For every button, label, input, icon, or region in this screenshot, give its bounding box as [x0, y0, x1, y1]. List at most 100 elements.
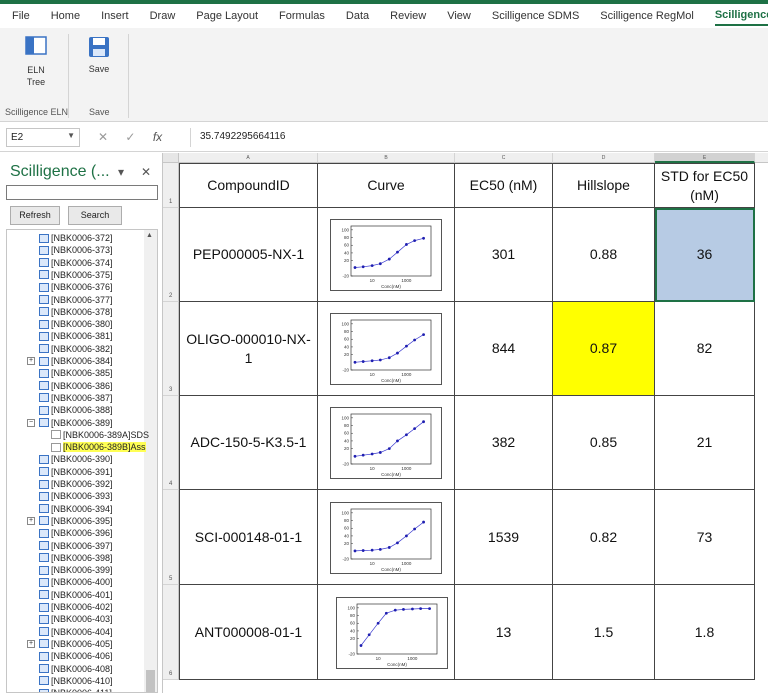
compound-id-cell[interactable]: PEP000005-NX-1 [179, 208, 318, 302]
tree-item[interactable]: [NBK0006-398] [39, 552, 113, 564]
compound-id-cell[interactable]: ANT000008-01-1 [179, 585, 318, 680]
enter-icon[interactable]: ✓ [125, 130, 135, 144]
tree-item[interactable]: [NBK0006-394] [39, 503, 113, 515]
row-header-6[interactable]: 6 [163, 585, 179, 680]
tree-item[interactable]: [NBK0006-393] [39, 490, 113, 502]
tree-item[interactable]: + [NBK0006-395] [27, 515, 113, 527]
column-header-empty[interactable] [755, 153, 768, 163]
save-button[interactable]: Save [80, 36, 118, 74]
tree-item[interactable]: [NBK0006-378] [39, 306, 113, 318]
tree-item[interactable]: [NBK0006-402] [39, 601, 113, 613]
menu-tab-home[interactable]: Home [51, 5, 80, 27]
tree-item[interactable]: [NBK0006-377] [39, 294, 113, 306]
menu-tab-data[interactable]: Data [346, 5, 369, 27]
tree-item[interactable]: [NBK0006-375] [39, 269, 113, 281]
tree-item[interactable]: [NBK0006-373] [39, 244, 113, 256]
menu-tab-formulas[interactable]: Formulas [279, 5, 325, 27]
cancel-icon[interactable]: ✕ [98, 130, 108, 144]
tree-item[interactable]: [NBK0006-391] [39, 466, 113, 478]
compound-id-cell[interactable]: SCI-000148-01-1 [179, 490, 318, 585]
pane-search-input[interactable] [6, 185, 158, 200]
refresh-button[interactable]: Refresh [10, 206, 60, 225]
scroll-thumb[interactable] [146, 670, 155, 692]
row-header-1[interactable]: 1 [163, 163, 179, 208]
tree-item[interactable]: [NBK0006-387] [39, 392, 113, 404]
hillslope-cell[interactable]: 0.88 [553, 208, 655, 302]
column-header-c[interactable]: C [455, 153, 553, 163]
row-header-5[interactable]: 5 [163, 490, 179, 585]
tree-item[interactable]: [NBK0006-376] [39, 281, 113, 293]
tree-item[interactable]: [NBK0006-389B]Ass [51, 441, 146, 453]
std-ec50-cell[interactable]: 73 [655, 490, 755, 585]
hillslope-cell[interactable]: 1.5 [553, 585, 655, 680]
std-ec50-cell[interactable]: 21 [655, 396, 755, 490]
row-header-4[interactable]: 4 [163, 396, 179, 490]
std-ec50-cell[interactable]: 1.8 [655, 585, 755, 680]
tree-item[interactable]: [NBK0006-403] [39, 613, 113, 625]
tree-item[interactable]: [NBK0006-374] [39, 257, 113, 269]
tree-item[interactable]: [NBK0006-401] [39, 589, 113, 601]
tree-item[interactable]: [NBK0006-406] [39, 650, 113, 662]
tree-item[interactable]: [NBK0006-396] [39, 527, 113, 539]
tree-item[interactable]: [NBK0006-390] [39, 453, 113, 465]
tree-item[interactable]: [NBK0006-410] [39, 675, 113, 687]
header-cell[interactable]: CompoundID [179, 163, 318, 208]
tree-item[interactable]: [NBK0006-411] [39, 687, 112, 692]
chevron-down-icon[interactable]: ▼ [67, 131, 75, 140]
tree-item[interactable]: + [NBK0006-405] [27, 638, 113, 650]
tree-item[interactable]: [NBK0006-408] [39, 663, 113, 675]
tree-item[interactable]: [NBK0006-385] [39, 367, 113, 379]
search-button[interactable]: Search [68, 206, 122, 225]
menu-tab-file[interactable]: File [12, 5, 30, 27]
ec50-cell[interactable]: 13 [455, 585, 553, 680]
formula-input[interactable]: 35.7492295664116 [200, 131, 285, 142]
tree-item[interactable]: [NBK0006-399] [39, 564, 113, 576]
tree-item[interactable]: [NBK0006-404] [39, 626, 113, 638]
tree-item[interactable]: [NBK0006-392] [39, 478, 113, 490]
tree-item[interactable]: [NBK0006-382] [39, 343, 113, 355]
compound-id-cell[interactable]: OLIGO-000010-NX-1 [179, 302, 318, 396]
header-cell[interactable]: STD for EC50 (nM) [655, 163, 755, 208]
ec50-cell[interactable]: 844 [455, 302, 553, 396]
hillslope-cell[interactable]: 0.87 [553, 302, 655, 396]
menu-tab-scilligence-sdms[interactable]: Scilligence SDMS [492, 5, 579, 27]
row-header-3[interactable]: 3 [163, 302, 179, 396]
header-cell[interactable]: EC50 (nM) [455, 163, 553, 208]
scroll-up-icon[interactable]: ▲ [146, 232, 153, 239]
pane-menu-icon[interactable]: ▾ [118, 165, 124, 179]
expand-icon[interactable]: + [27, 357, 35, 365]
name-box[interactable]: E2 ▼ [6, 128, 80, 147]
column-header-b[interactable]: B [318, 153, 455, 163]
tree-item[interactable]: − [NBK0006-389] [27, 417, 113, 429]
compound-id-cell[interactable]: ADC-150-5-K3.5-1 [179, 396, 318, 490]
ec50-cell[interactable]: 301 [455, 208, 553, 302]
column-header-a[interactable]: A [179, 153, 318, 163]
tree-item[interactable]: [NBK0006-381] [39, 330, 113, 342]
hillslope-cell[interactable]: 0.85 [553, 396, 655, 490]
menu-tab-insert[interactable]: Insert [101, 5, 129, 27]
menu-tab-scilligence-eln[interactable]: Scilligence ELN [714, 6, 768, 26]
tree-item[interactable]: [NBK0006-389A]SDS [51, 429, 149, 441]
header-cell[interactable]: Curve [318, 163, 455, 208]
expand-icon[interactable]: + [27, 639, 35, 648]
tree-item[interactable]: [NBK0006-372] [39, 232, 113, 244]
column-header-d[interactable]: D [553, 153, 655, 163]
header-cell[interactable]: Hillslope [553, 163, 655, 208]
ec50-cell[interactable]: 382 [455, 396, 553, 490]
std-ec50-cell[interactable]: 36 [655, 208, 755, 302]
std-ec50-cell[interactable]: 82 [655, 302, 755, 396]
menu-tab-review[interactable]: Review [390, 5, 426, 27]
tree-item[interactable]: [NBK0006-380] [39, 318, 113, 330]
expand-icon[interactable]: + [27, 516, 35, 525]
row-header-2[interactable]: 2 [163, 208, 179, 302]
menu-tab-draw[interactable]: Draw [150, 5, 176, 27]
eln-tree-button[interactable]: ELN Tree [14, 36, 58, 88]
tree-item[interactable]: [NBK0006-397] [39, 540, 113, 552]
close-icon[interactable]: ✕ [141, 165, 151, 179]
collapse-icon[interactable]: − [27, 418, 35, 427]
menu-tab-scilligence-regmol[interactable]: Scilligence RegMol [600, 5, 694, 27]
column-header-e[interactable]: E [655, 153, 755, 163]
menu-tab-page-layout[interactable]: Page Layout [196, 5, 258, 27]
tree-scrollbar[interactable]: ▲ [144, 230, 157, 692]
function-icon[interactable]: fx [153, 130, 162, 144]
